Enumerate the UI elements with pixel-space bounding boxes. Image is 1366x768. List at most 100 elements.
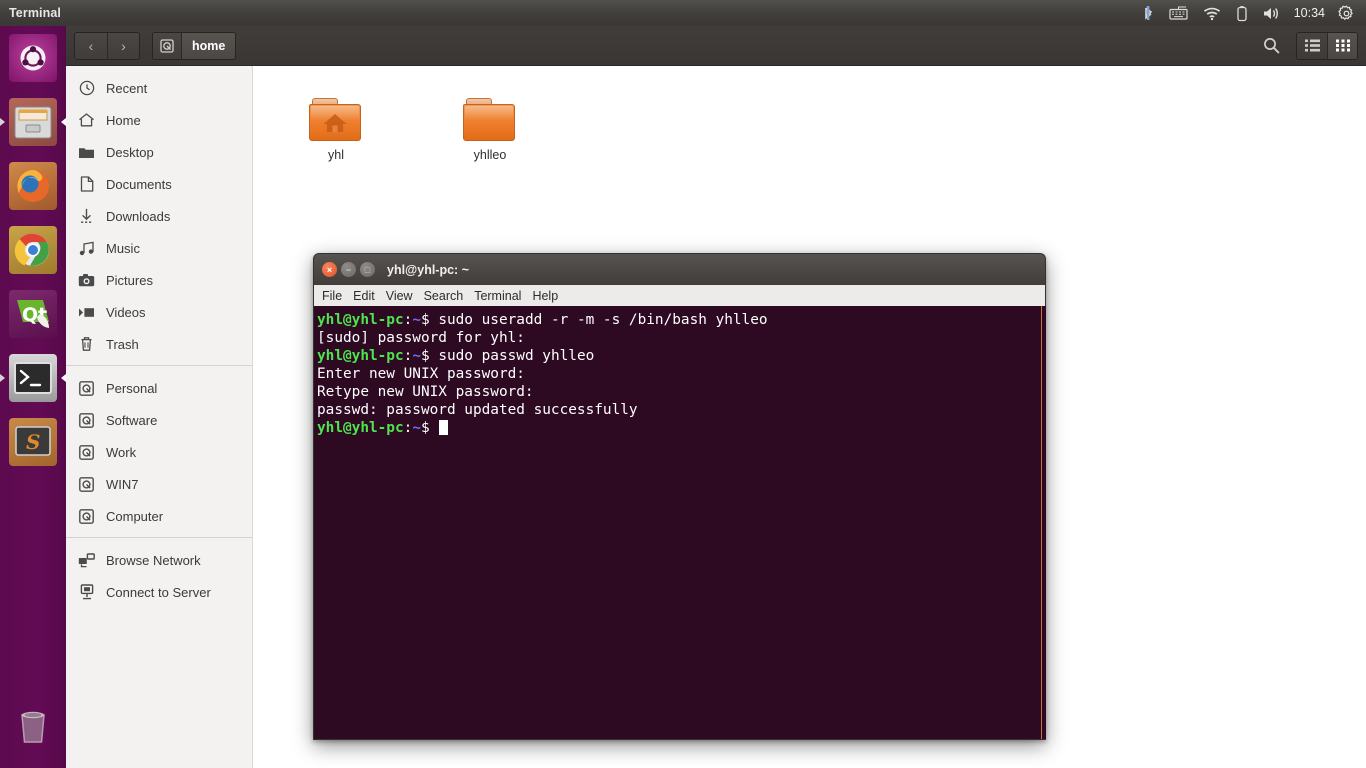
sidebar-item-label: Trash <box>106 336 139 352</box>
sidebar-item-home[interactable]: Home <box>66 104 252 136</box>
keyboard-icon[interactable] <box>1162 0 1195 26</box>
file-grid: yhl yhlleo <box>277 92 1366 162</box>
menu-view[interactable]: View <box>386 289 413 303</box>
file-item[interactable]: yhl <box>277 92 395 162</box>
terminal-screen[interactable]: yhl@yhl-pc:~$ sudo useradd -r -m -s /bin… <box>313 306 1046 740</box>
sidebar-item-label: Computer <box>106 508 164 524</box>
terminal-line: Enter new UNIX password: <box>317 366 525 382</box>
sidebar-item-label: Work <box>106 444 137 460</box>
terminal-titlebar[interactable]: × − □ yhl@yhl-pc: ~ <box>313 253 1046 285</box>
terminal-line: [sudo] password for yhl: <box>317 330 525 346</box>
maximize-icon[interactable]: □ <box>360 262 375 277</box>
prompt-user-host: yhl@yhl-pc <box>317 312 404 328</box>
sidebar-divider <box>66 365 252 366</box>
sidebar-item-music[interactable]: Music <box>66 232 252 264</box>
prompt-path: ~ <box>412 312 421 328</box>
drive-icon <box>78 508 95 525</box>
sidebar-item-work[interactable]: Work <box>66 436 252 468</box>
terminal-scrollbar[interactable] <box>1041 306 1046 739</box>
launcher-item-files[interactable] <box>0 90 66 154</box>
menu-file[interactable]: File <box>322 289 342 303</box>
sidebar-item-win7[interactable]: WIN7 <box>66 468 252 500</box>
indicator-area: 10:34 <box>1135 0 1366 26</box>
file-item[interactable]: yhlleo <box>431 92 549 162</box>
back-button[interactable]: ‹ <box>75 32 107 59</box>
toolbar-right-group <box>1256 31 1358 60</box>
sidebar-item-label: Software <box>106 412 158 428</box>
sidebar-item-desktop[interactable]: Desktop <box>66 136 252 168</box>
prompt-user-host: yhl@yhl-pc <box>317 420 404 436</box>
launcher-item-trash[interactable] <box>0 694 66 758</box>
menu-help[interactable]: Help <box>532 289 558 303</box>
launcher-item-qtcreator[interactable]: Qt <box>0 282 66 346</box>
desktop-folder-icon <box>78 144 95 161</box>
launcher-item-dash[interactable] <box>0 26 66 90</box>
terminal-window: × − □ yhl@yhl-pc: ~ File Edit View Searc… <box>313 253 1046 740</box>
sidebar-item-label: Videos <box>106 304 146 320</box>
document-icon <box>78 176 95 193</box>
close-icon[interactable]: × <box>322 262 337 277</box>
launcher-item-firefox[interactable] <box>0 154 66 218</box>
prompt-separator: : <box>403 348 413 364</box>
sidebar-item-browse-network[interactable]: Browse Network <box>66 544 252 576</box>
sidebar-item-software[interactable]: Software <box>66 404 252 436</box>
terminal-line: yhl@yhl-pc:~$ sudo useradd -r -m -s /bin… <box>317 311 1046 329</box>
sidebar-item-documents[interactable]: Documents <box>66 168 252 200</box>
terminal-command: sudo useradd -r -m -s /bin/bash yhlleo <box>429 312 768 328</box>
ubuntu-icon <box>9 34 57 82</box>
forward-button[interactable]: › <box>107 32 139 59</box>
sidebar-item-videos[interactable]: Videos <box>66 296 252 328</box>
grid-view-icon[interactable] <box>1327 32 1357 59</box>
launcher-item-sublime[interactable]: S <box>0 410 66 474</box>
launcher-item-terminal[interactable] <box>0 346 66 410</box>
camera-icon <box>78 272 95 289</box>
menu-terminal[interactable]: Terminal <box>474 289 521 303</box>
battery-icon[interactable] <box>1229 0 1255 26</box>
drive-icon <box>78 412 95 429</box>
download-icon <box>78 208 95 225</box>
bluetooth-icon[interactable] <box>1135 0 1162 26</box>
home-icon <box>78 112 95 129</box>
clock-icon <box>78 80 95 97</box>
sidebar-item-computer[interactable]: Computer <box>66 500 252 532</box>
terminal-line: passwd: password updated successfully <box>317 402 638 418</box>
sidebar-item-trash[interactable]: Trash <box>66 328 252 360</box>
sidebar-item-label: Connect to Server <box>106 584 211 600</box>
sidebar-item-downloads[interactable]: Downloads <box>66 200 252 232</box>
prompt-symbol: $ <box>420 312 430 328</box>
home-folder-icon <box>309 98 363 142</box>
breadcrumb-item-home[interactable]: home <box>181 32 236 59</box>
terminal-cursor <box>439 420 449 435</box>
menu-edit[interactable]: Edit <box>353 289 375 303</box>
drive-icon <box>78 476 95 493</box>
navigation-buttons: ‹ › <box>74 31 140 60</box>
focused-indicator-right <box>61 374 66 382</box>
sidebar-item-connect-to-server[interactable]: Connect to Server <box>66 576 252 608</box>
launcher-item-chrome[interactable] <box>0 218 66 282</box>
trash-icon <box>9 702 57 750</box>
sidebar-item-recent[interactable]: Recent <box>66 72 252 104</box>
sidebar-item-label: Browse Network <box>106 552 201 568</box>
top-panel: Terminal 10:34 <box>0 0 1366 26</box>
drive-icon[interactable] <box>153 32 181 59</box>
gear-icon[interactable] <box>1331 0 1362 26</box>
drive-icon <box>78 380 95 397</box>
menu-search[interactable]: Search <box>424 289 464 303</box>
breadcrumb: home <box>152 31 237 60</box>
search-icon[interactable] <box>1256 33 1286 59</box>
list-view-icon[interactable] <box>1297 32 1327 59</box>
volume-icon[interactable] <box>1255 0 1288 26</box>
file-label: yhlleo <box>473 148 507 162</box>
terminal-command <box>430 420 439 436</box>
running-indicator-left <box>0 118 5 126</box>
qt-icon: Qt <box>9 290 57 338</box>
sidebar-item-personal[interactable]: Personal <box>66 372 252 404</box>
clock[interactable]: 10:34 <box>1288 0 1331 26</box>
sublime-icon: S <box>9 418 57 466</box>
sidebar-item-pictures[interactable]: Pictures <box>66 264 252 296</box>
minimize-icon[interactable]: − <box>341 262 356 277</box>
panel-app-title[interactable]: Terminal <box>9 6 61 20</box>
sidebar-item-label: Music <box>106 240 140 256</box>
wifi-icon[interactable] <box>1195 0 1229 26</box>
terminal-line: yhl@yhl-pc:~$ <box>317 419 1046 437</box>
